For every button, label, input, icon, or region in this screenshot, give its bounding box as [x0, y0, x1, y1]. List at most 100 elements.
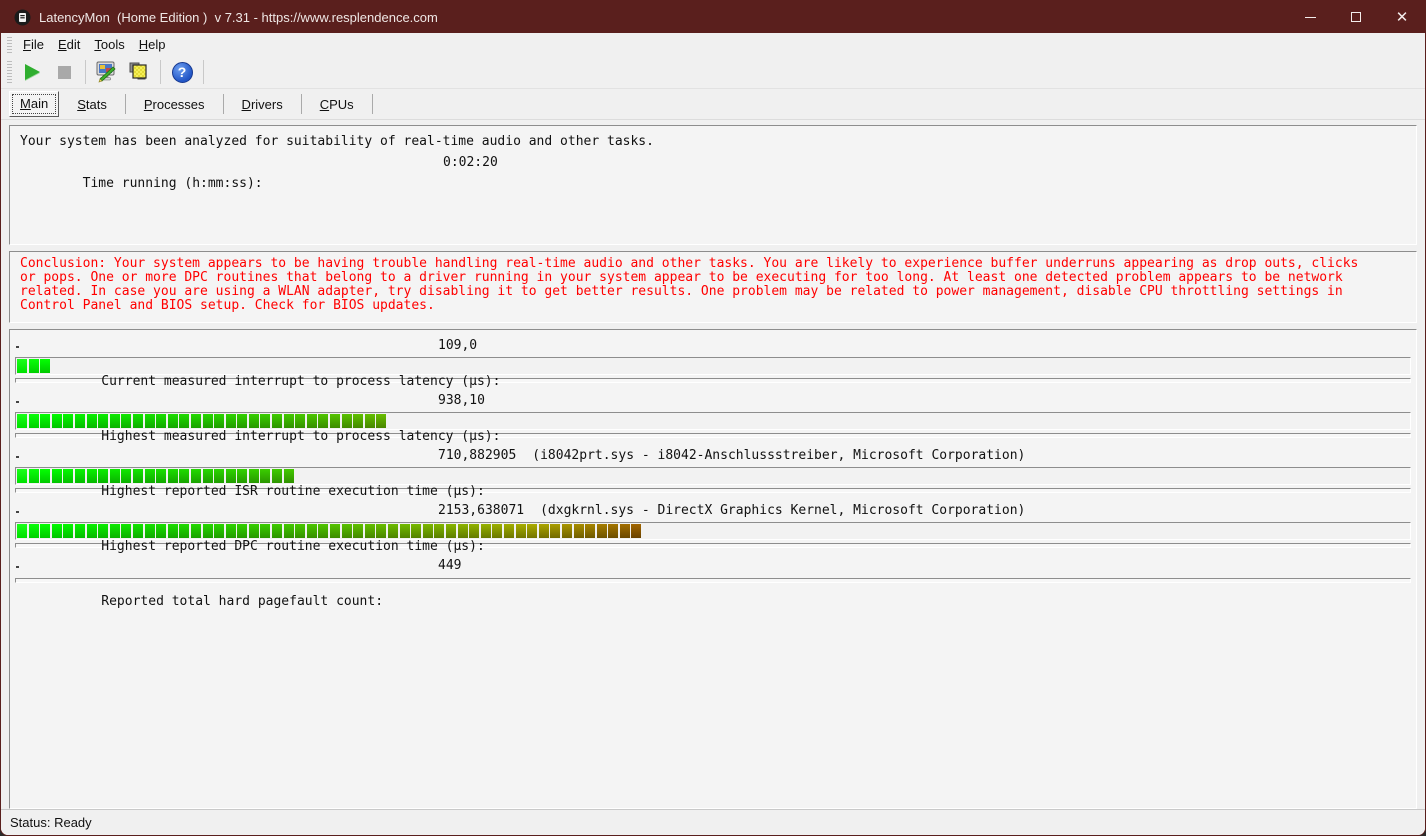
menu-tools[interactable]: Tools	[87, 35, 131, 54]
led-segment	[121, 469, 132, 483]
led-segment	[492, 524, 503, 538]
time-running-value: 0:02:20	[443, 155, 498, 170]
led-segment	[144, 524, 155, 538]
metric-row-dpc-time: Highest reported DPC routine execution t…	[15, 502, 1411, 554]
led-segment	[179, 524, 190, 538]
led-segment	[550, 524, 561, 538]
metric-label: Highest measured interrupt to process la…	[101, 429, 501, 444]
monitor-options-icon	[96, 61, 116, 83]
led-segment	[295, 414, 306, 428]
close-button[interactable]: ✕	[1379, 1, 1425, 33]
gripper-handle[interactable]	[7, 61, 12, 83]
copy-report-button[interactable]	[124, 59, 154, 85]
options-button[interactable]	[92, 59, 122, 85]
copy-report-icon	[129, 62, 147, 80]
bar-baseline-strip	[15, 578, 1411, 583]
led-segment	[364, 414, 375, 428]
tab-stats[interactable]: Stats	[65, 93, 119, 117]
led-segment	[190, 524, 201, 538]
led-segment	[98, 414, 109, 428]
led-segment	[260, 524, 271, 538]
led-segment	[515, 524, 526, 538]
led-segment	[225, 469, 236, 483]
metric-label: Current measured interrupt to process la…	[101, 374, 501, 389]
help-icon: ?	[171, 61, 193, 83]
led-segment	[283, 524, 294, 538]
led-segment	[561, 524, 572, 538]
tab-drivers[interactable]: Drivers	[230, 93, 295, 117]
metric-value: 109,0	[438, 338, 478, 353]
led-segment	[399, 524, 410, 538]
menu-file[interactable]: File	[16, 35, 51, 54]
led-segment	[179, 469, 190, 483]
menu-bar: File Edit Tools Help	[1, 33, 1425, 56]
menu-edit[interactable]: Edit	[51, 35, 87, 54]
toolbar: ?	[1, 56, 1425, 89]
metric-label: Highest reported DPC routine execution t…	[101, 539, 485, 554]
led-segment	[573, 524, 584, 538]
led-segment	[260, 469, 271, 483]
maximize-icon	[1351, 12, 1361, 22]
menu-help[interactable]: Help	[132, 35, 173, 54]
led-segment	[457, 524, 468, 538]
led-segment	[480, 524, 491, 538]
led-segment	[283, 414, 294, 428]
led-segment	[248, 524, 259, 538]
led-segment	[190, 469, 201, 483]
led-segment	[330, 524, 341, 538]
led-segment	[422, 524, 433, 538]
led-segment	[503, 524, 514, 538]
led-segment	[202, 469, 213, 483]
led-segment	[411, 524, 422, 538]
led-segment	[538, 524, 549, 538]
led-segment	[179, 414, 190, 428]
tab-processes[interactable]: Processes	[132, 93, 217, 117]
led-segment	[272, 414, 283, 428]
led-segment	[434, 524, 445, 538]
tab-main[interactable]: Main	[9, 91, 60, 117]
led-segment	[202, 414, 213, 428]
start-monitor-button[interactable]	[17, 59, 47, 85]
led-segment	[167, 414, 178, 428]
stop-icon	[57, 65, 71, 79]
bullet-icon	[16, 346, 19, 348]
led-segment	[109, 414, 120, 428]
minimize-button[interactable]	[1287, 1, 1333, 33]
metric-value-group: 109,0	[438, 337, 493, 355]
gripper-handle[interactable]	[7, 36, 12, 53]
led-segment	[248, 469, 259, 483]
metric-value-group: 2153,638071 (dxgkrnl.sys - DirectX Graphi…	[438, 502, 1025, 520]
conclusion-box: Conclusion: Your system appears to be ha…	[9, 251, 1417, 323]
metric-value: 2153,638071	[438, 503, 525, 518]
tab-bar: Main Stats Processes Drivers CPUs	[1, 89, 1425, 119]
conclusion-text: Conclusion: Your system appears to be ha…	[20, 256, 1359, 313]
tab-separator	[371, 94, 373, 114]
led-segment	[237, 469, 248, 483]
stop-monitor-button[interactable]	[49, 59, 79, 85]
led-segment	[341, 524, 352, 538]
led-segment	[156, 524, 167, 538]
led-segment	[109, 524, 120, 538]
led-segment	[214, 524, 225, 538]
bullet-icon	[16, 456, 19, 458]
metric-row-current-latency: Current measured interrupt to process la…	[15, 337, 1411, 389]
metric-value: 449	[438, 558, 462, 573]
help-button[interactable]: ?	[167, 59, 197, 85]
led-segment	[330, 414, 341, 428]
tab-separator	[222, 94, 224, 114]
led-segment	[283, 469, 294, 483]
led-segment	[121, 524, 132, 538]
tab-separator	[124, 94, 126, 114]
analysis-line: Your system has been analyzed for suitab…	[20, 134, 654, 149]
analysis-box: Your system has been analyzed for suitab…	[9, 125, 1417, 245]
metric-row-pagefault-count: Reported total hard pagefault count: 449	[15, 557, 1411, 609]
tab-cpus[interactable]: CPUs	[308, 93, 366, 117]
led-segment	[631, 524, 642, 538]
led-segment	[98, 469, 109, 483]
metric-value-group: 710,882905 (i8042prt.sys - i8042-Anschlus…	[438, 447, 1025, 465]
led-segment	[364, 524, 375, 538]
maximize-button[interactable]	[1333, 1, 1379, 33]
led-segment	[295, 524, 306, 538]
led-segment	[619, 524, 630, 538]
metric-label: Highest reported ISR routine execution t…	[101, 484, 485, 499]
